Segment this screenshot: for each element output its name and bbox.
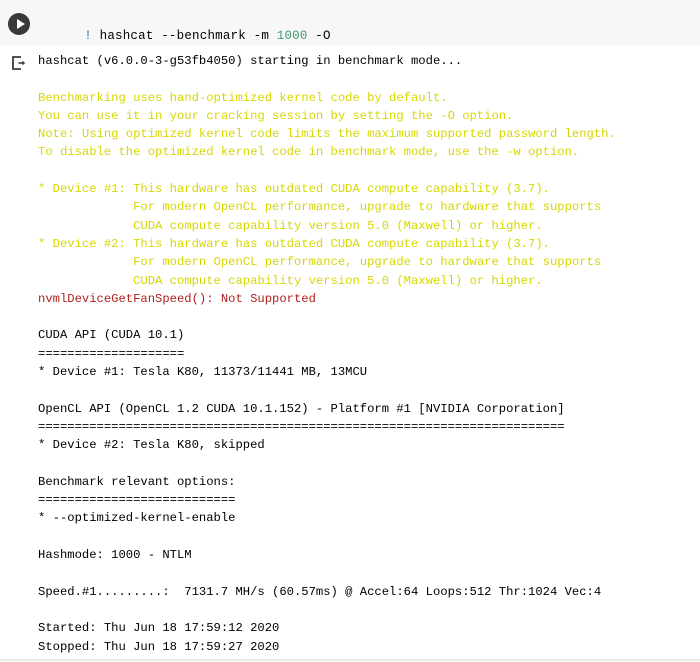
output-line: Hashmode: 1000 - NTLM: [38, 548, 192, 563]
colab-notebook: ! hashcat --benchmark -m 1000 -O hashcat…: [0, 0, 700, 662]
output-line: Note: Using optimized kernel code limits…: [38, 127, 616, 142]
output-line: nvmlDeviceGetFanSpeed(): Not Supported: [38, 291, 316, 306]
output-line: Started: Thu Jun 18 17:59:12 2020: [38, 621, 280, 636]
output-line: CUDA compute capability version 5.0 (Max…: [38, 218, 543, 233]
code-input[interactable]: ! hashcat --benchmark -m 1000 -O: [38, 0, 700, 60]
output-line: Speed.#1.........: 7131.7 MH/s (60.57ms)…: [38, 584, 602, 599]
command-flag-tail: -O: [307, 29, 331, 43]
output-line: OpenCL API (OpenCL 1.2 CUDA 10.1.152) - …: [38, 401, 565, 416]
output-line: ===========================: [38, 493, 236, 508]
output-gutter: [0, 45, 38, 71]
output-line: CUDA compute capability version 5.0 (Max…: [38, 273, 543, 288]
output-line: CUDA API (CUDA 10.1): [38, 328, 185, 343]
output-line: * Device #2: Tesla K80, skipped: [38, 438, 265, 453]
output-line: * --optimized-kernel-enable: [38, 511, 236, 526]
play-icon: [16, 19, 25, 29]
shell-bang-token: !: [84, 29, 92, 43]
code-cell[interactable]: ! hashcat --benchmark -m 1000 -O: [0, 0, 700, 45]
output-line: For modern OpenCL performance, upgrade t…: [38, 255, 602, 270]
hash-mode-number: 1000: [276, 29, 308, 43]
output-line: For modern OpenCL performance, upgrade t…: [38, 200, 602, 215]
output-arrow-icon: [12, 56, 26, 70]
output-text: hashcat (v6.0.0-3-g53fb4050) starting in…: [38, 45, 700, 656]
output-line: You can use it in your cracking session …: [38, 108, 514, 123]
output-line: * Device #1: This hardware has outdated …: [38, 182, 550, 197]
cell-output-row: hashcat (v6.0.0-3-g53fb4050) starting in…: [0, 45, 700, 656]
output-line: To disable the optimized kernel code in …: [38, 145, 580, 160]
output-line: ====================: [38, 346, 185, 361]
command-text: hashcat --benchmark -m: [91, 29, 277, 43]
output-line: * Device #2: This hardware has outdated …: [38, 236, 550, 251]
output-line: Benchmarking uses hand-optimized kernel …: [38, 90, 448, 105]
output-line: * Device #1: Tesla K80, 11373/11441 MB, …: [38, 365, 368, 380]
code-cell-gutter: [0, 0, 38, 35]
output-line: Stopped: Thu Jun 18 17:59:27 2020: [38, 639, 280, 654]
output-line: Benchmark relevant options:: [38, 474, 236, 489]
output-line: ========================================…: [38, 419, 565, 434]
run-cell-button[interactable]: [8, 13, 30, 35]
